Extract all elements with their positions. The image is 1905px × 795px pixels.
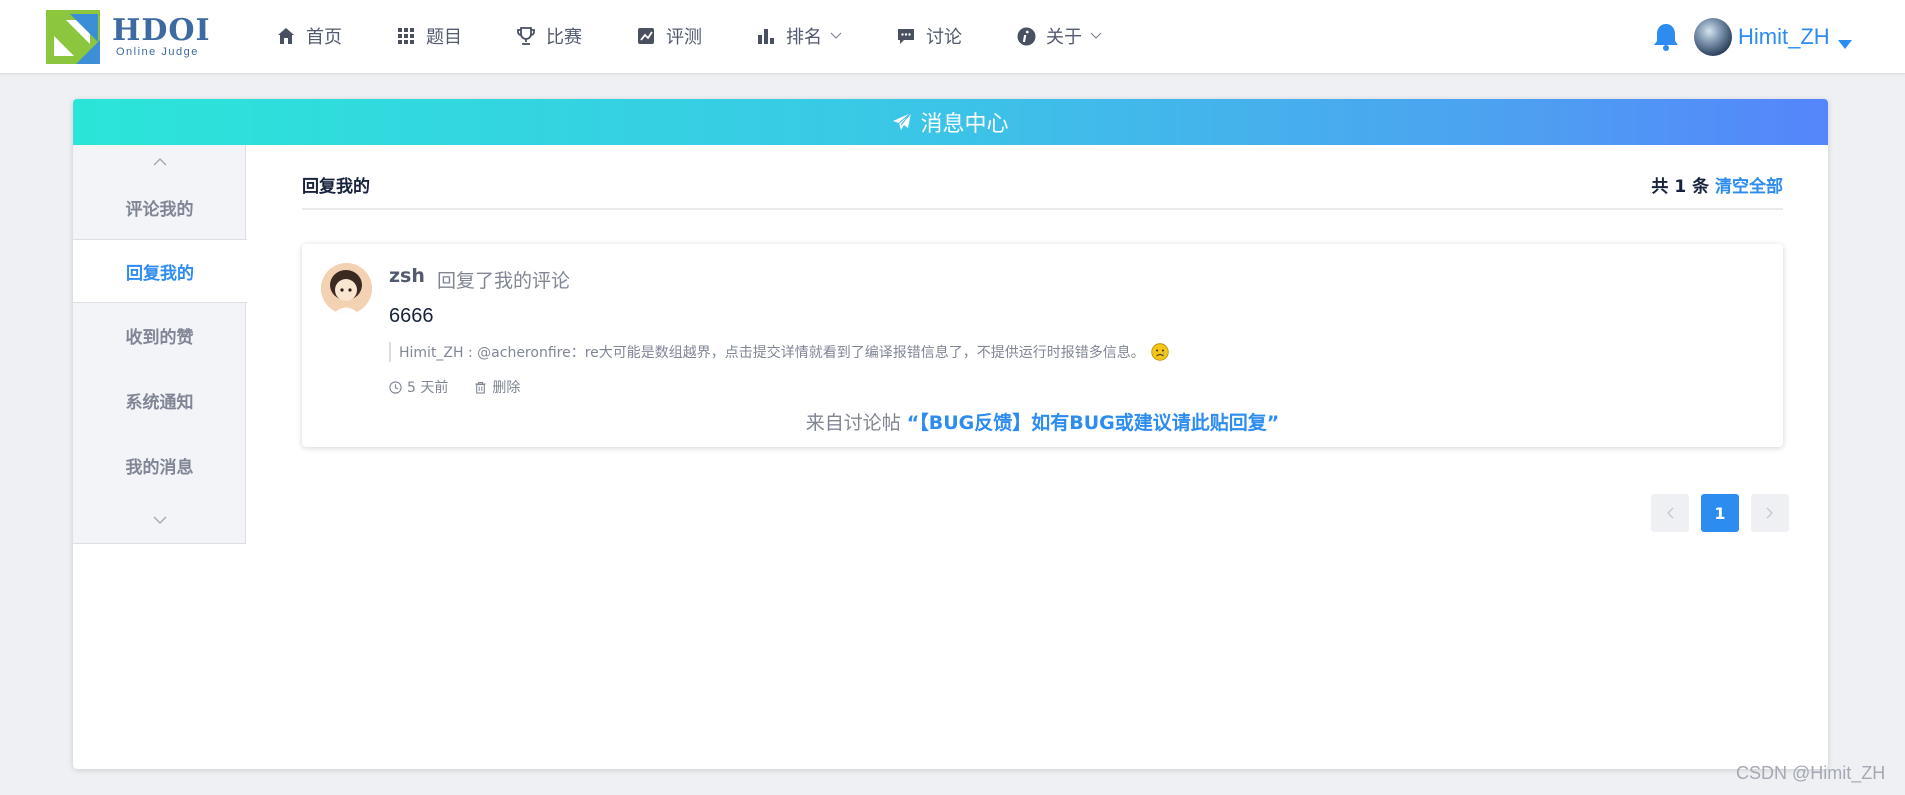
nav-label: 比赛: [546, 27, 582, 48]
trash-icon: [474, 381, 487, 394]
bell-icon[interactable]: [1652, 22, 1680, 52]
nav-label: 关于: [1046, 27, 1082, 48]
nav-item-about[interactable]: 关于: [1016, 0, 1102, 72]
nav-item-contest[interactable]: 比赛: [516, 0, 582, 72]
chevron-down-icon: [830, 32, 842, 40]
next-page-button[interactable]: [1751, 494, 1789, 532]
nav-item-status[interactable]: 评测: [636, 0, 702, 72]
nav-label: 题目: [426, 27, 462, 48]
chevron-down-icon: [1090, 32, 1102, 40]
chevron-right-icon: [1766, 507, 1773, 519]
sender-avatar[interactable]: [321, 263, 372, 314]
nav-item-problems[interactable]: 题目: [396, 0, 462, 72]
sidebar-item-label: 评论我的: [125, 199, 194, 220]
bar-chart-icon: [756, 26, 776, 46]
quoted-comment-text: Himit_ZH : @acheronfire：re大可能是数组越界，点击提交详…: [399, 345, 1145, 361]
reply-action-text: 回复了我的评论: [437, 270, 571, 292]
main-nav: 首页 题目 比赛 评测 排名 讨论 关于: [276, 0, 1156, 72]
content-title: 回复我的: [302, 177, 370, 197]
nav-item-discussion[interactable]: 讨论: [896, 0, 962, 72]
delete-label: 删除: [492, 380, 521, 396]
nav-label: 首页: [306, 27, 342, 48]
sidebar-item-my-messages[interactable]: 我的消息: [73, 433, 246, 497]
nav-item-home[interactable]: 首页: [276, 0, 342, 72]
chevron-left-icon: [1667, 507, 1674, 519]
reply-time: 5 天前: [407, 380, 449, 396]
top-navbar: HDOI Online Judge 首页 题目 比赛 评测 排名 讨论 关于 H…: [0, 0, 1905, 74]
home-icon: [276, 26, 296, 46]
grid-icon: [396, 26, 416, 46]
message-count: 共 1 条 清空全部: [1651, 172, 1783, 197]
nav-label: 讨论: [926, 27, 962, 48]
sidebar-item-label: 收到的赞: [125, 327, 194, 348]
source-prefix: 来自讨论帖: [805, 412, 901, 434]
clock-icon: [389, 380, 402, 394]
logo-mark-icon: [46, 10, 100, 64]
reply-meta: 5 天前 删除: [389, 377, 520, 397]
pagination: 1: [1639, 494, 1789, 532]
paper-plane-icon: [892, 112, 912, 132]
sender-name[interactable]: zsh: [389, 265, 425, 287]
chart-line-icon: [636, 26, 656, 46]
message-center-panel: 消息中心 评论我的 回复我的 收到的赞 系统通知 我的消息 回复我的 共 1 条…: [73, 99, 1828, 769]
panel-title: 消息中心: [920, 112, 1009, 137]
trophy-icon: [516, 26, 536, 46]
sidebar-item-system[interactable]: 系统通知: [73, 368, 246, 432]
caret-down-icon[interactable]: [1838, 34, 1852, 53]
content-header: 回复我的 共 1 条 清空全部: [302, 172, 1783, 210]
prev-page-button[interactable]: [1651, 494, 1689, 532]
nav-label: 评测: [666, 27, 702, 48]
panel-header: 消息中心: [73, 99, 1828, 145]
logo-title: HDOI: [112, 13, 211, 48]
sad-emoji-icon: [1151, 343, 1169, 361]
reply-content: 6666: [389, 305, 434, 327]
source-post: 来自讨论帖 “【BUG反馈】如有BUG或建议请此贴回复”: [302, 408, 1783, 435]
quoted-comment: Himit_ZH : @acheronfire：re大可能是数组越界，点击提交详…: [389, 342, 1169, 362]
source-post-link[interactable]: “【BUG反馈】如有BUG或建议请此贴回复”: [907, 412, 1280, 434]
count-prefix: 共: [1651, 177, 1669, 197]
sidebar-item-label: 回复我的: [126, 263, 194, 284]
chevron-down-icon[interactable]: [73, 505, 246, 535]
comment-icon: [896, 26, 916, 46]
reply-card: zsh 回复了我的评论 6666 Himit_ZH : @acheronfire…: [302, 244, 1783, 447]
site-logo[interactable]: HDOI Online Judge: [46, 10, 210, 66]
sidebar-item-replies[interactable]: 回复我的: [73, 239, 247, 303]
chevron-up-icon[interactable]: [73, 147, 246, 177]
page-button-current[interactable]: 1: [1701, 494, 1739, 532]
count-value: 1: [1674, 177, 1687, 197]
delete-button[interactable]: 删除: [474, 377, 520, 397]
sidebar-item-likes[interactable]: 收到的赞: [73, 303, 246, 367]
csdn-watermark: CSDN @Himit_ZH: [1736, 763, 1886, 783]
count-suffix: 条: [1692, 177, 1710, 197]
info-icon: [1016, 26, 1036, 46]
username-link[interactable]: Himit_ZH: [1738, 24, 1830, 50]
message-sidebar: 评论我的 回复我的 收到的赞 系统通知 我的消息: [73, 145, 247, 544]
sidebar-item-label: 我的消息: [125, 457, 194, 478]
sidebar-item-label: 系统通知: [125, 392, 194, 413]
sidebar-item-comments[interactable]: 评论我的: [73, 175, 246, 239]
nav-item-rank[interactable]: 排名: [756, 0, 842, 72]
clear-all-link[interactable]: 清空全部: [1715, 177, 1783, 197]
logo-tagline: Online Judge: [116, 46, 199, 58]
user-avatar[interactable]: [1694, 18, 1732, 56]
nav-label: 排名: [786, 27, 822, 48]
